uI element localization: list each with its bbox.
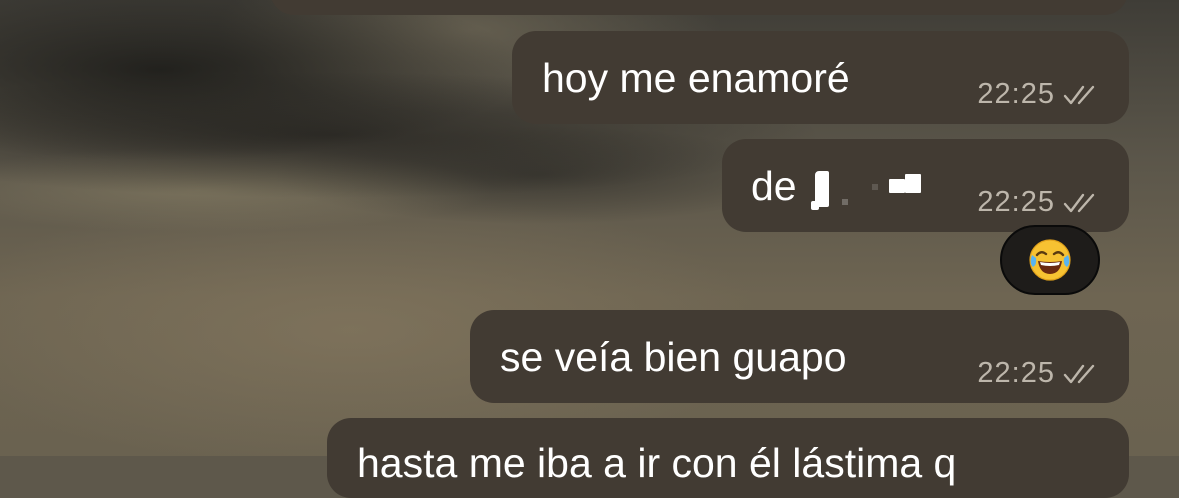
message-bubble[interactable]: hoy me enamoré 22:25 (512, 31, 1129, 124)
message-text: hoy me enamoré (542, 55, 850, 101)
message-time: 22:25 (977, 78, 1055, 110)
message-text: se veía bien guapo (500, 334, 847, 380)
double-check-icon (1063, 85, 1095, 104)
message-meta: 22:25 (977, 357, 1101, 390)
message-time: 22:25 (977, 357, 1055, 389)
reaction-badge[interactable] (1000, 225, 1100, 295)
message-time: 22:25 (977, 186, 1055, 218)
message-bubble-partial-top[interactable] (270, 0, 1128, 15)
message-bubble[interactable]: se veía bien guapo 22:25 (470, 310, 1129, 403)
tears-of-joy-emoji-icon (1029, 239, 1071, 281)
double-check-icon (1063, 364, 1095, 383)
double-check-icon (1063, 193, 1095, 212)
message-meta: 22:25 (977, 186, 1101, 219)
message-bubble[interactable]: de 22:25 (722, 139, 1129, 232)
message-text: hasta me iba a ir con él lástima q (357, 440, 957, 486)
message-meta: 22:25 (977, 78, 1101, 111)
message-bubble-partial-bottom[interactable]: hasta me iba a ir con él lástima q (327, 418, 1129, 498)
